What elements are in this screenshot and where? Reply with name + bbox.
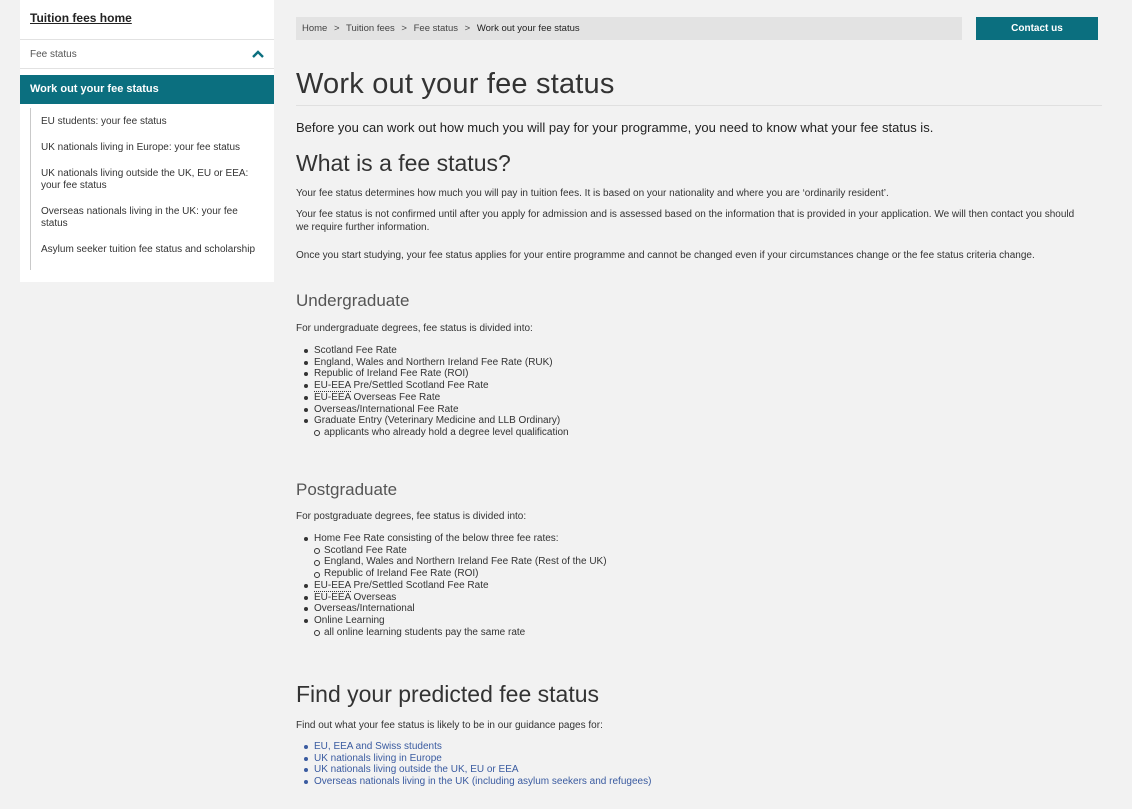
sidebar-item-uk-in-europe[interactable]: UK nationals living in Europe: your fee … (31, 142, 274, 168)
abbreviation: EU-EEA (314, 380, 351, 393)
breadcrumb-separator: > (333, 23, 340, 34)
sidebar-item-eu-students[interactable]: EU students: your fee status (31, 116, 274, 142)
sidebar-home-link[interactable]: Tuition fees home (20, 0, 274, 40)
heading-postgraduate: Postgraduate (296, 480, 398, 499)
breadcrumb-current: Work out your fee status (476, 23, 580, 34)
breadcrumb: Home > Tuition fees > Fee status > Work … (296, 17, 962, 40)
sub-list-item: applicants who already hold a degree lev… (304, 427, 569, 439)
contact-us-button[interactable]: Contact us (976, 17, 1098, 40)
list-item: EU-EEA Overseas Fee Rate (304, 392, 569, 404)
list-item: Scotland Fee Rate (304, 345, 569, 357)
postgraduate-intro: For postgraduate degrees, fee status is … (296, 511, 527, 522)
list-item-text: Pre/Settled Scotland Fee Rate (350, 579, 489, 591)
list-item: Online Learning (304, 615, 607, 627)
list-item: England, Wales and Northern Ireland Fee … (304, 357, 569, 369)
list-item: Graduate Entry (Veterinary Medicine and … (304, 415, 569, 427)
heading-what-is-fee-status: What is a fee status? (296, 150, 511, 176)
sidebar-item-active[interactable]: Work out your fee status (20, 75, 274, 104)
list-item: Republic of Ireland Fee Rate (ROI) (304, 368, 569, 380)
undergraduate-fee-list: Scotland Fee Rate England, Wales and Nor… (304, 345, 569, 439)
list-item: EU-EEA Overseas (304, 592, 607, 604)
paragraph-fee-status-applies: Once you start studying, your fee status… (296, 250, 1035, 261)
sub-list-item: all online learning students pay the sam… (304, 627, 607, 639)
guidance-link-uk-in-europe[interactable]: UK nationals living in Europe (304, 753, 651, 765)
breadcrumb-fee-status[interactable]: Fee status (414, 23, 458, 34)
list-item-text: Pre/Settled Scotland Fee Rate (350, 380, 489, 392)
page-title: Work out your fee status (296, 68, 615, 100)
guidance-links-list: EU, EEA and Swiss students UK nationals … (304, 741, 651, 788)
sidebar-section-label: Fee status (30, 48, 77, 60)
list-item: Overseas/International (304, 603, 607, 615)
sub-list-item: England, Wales and Northern Ireland Fee … (304, 556, 607, 568)
paragraph-fee-status-not-confirmed: Your fee status is not confirmed until a… (296, 209, 1075, 233)
breadcrumb-separator: > (464, 23, 471, 34)
sidebar-section-fee-status[interactable]: Fee status (20, 40, 274, 69)
list-item: Overseas/International Fee Rate (304, 404, 569, 416)
sidebar-subnav: EU students: your fee status UK national… (30, 108, 274, 270)
chevron-up-icon[interactable] (252, 50, 264, 58)
list-item: EU-EEA Pre/Settled Scotland Fee Rate (304, 579, 607, 592)
list-item: Home Fee Rate consisting of the below th… (304, 533, 607, 545)
guidance-link-eu-eea-swiss[interactable]: EU, EEA and Swiss students (304, 741, 651, 753)
list-item: EU-EEA Pre/Settled Scotland Fee Rate (304, 380, 569, 393)
breadcrumb-separator: > (401, 23, 407, 34)
title-divider (296, 105, 1102, 106)
sidebar-item-asylum-seeker[interactable]: Asylum seeker tuition fee status and sch… (31, 244, 274, 270)
find-intro: Find out what your fee status is likely … (296, 720, 603, 731)
breadcrumb-home[interactable]: Home (302, 23, 327, 34)
heading-undergraduate: Undergraduate (296, 291, 410, 310)
sidebar-item-uk-outside[interactable]: UK nationals living outside the UK, EU o… (31, 168, 274, 206)
sub-list-item: Republic of Ireland Fee Rate (ROI) (304, 568, 607, 580)
heading-find-fee-status: Find your predicted fee status (296, 681, 599, 707)
sub-list-item: Scotland Fee Rate (304, 545, 607, 557)
paragraph-fee-status-determines: Your fee status determines how much you … (296, 188, 889, 199)
abbreviation: EU-EEA (314, 579, 351, 592)
undergraduate-intro: For undergraduate degrees, fee status is… (296, 323, 533, 334)
guidance-link-uk-outside[interactable]: UK nationals living outside the UK, EU o… (304, 764, 651, 776)
sidebar-item-overseas-in-uk[interactable]: Overseas nationals living in the UK: you… (31, 206, 274, 244)
sidebar-nav: Tuition fees home Fee status Work out yo… (20, 0, 274, 282)
breadcrumb-tuition-fees[interactable]: Tuition fees (346, 23, 395, 34)
lead-paragraph: Before you can work out how much you wil… (296, 120, 934, 135)
guidance-link-overseas-in-uk[interactable]: Overseas nationals living in the UK (inc… (304, 776, 651, 788)
postgraduate-fee-list: Home Fee Rate consisting of the below th… (304, 533, 607, 638)
